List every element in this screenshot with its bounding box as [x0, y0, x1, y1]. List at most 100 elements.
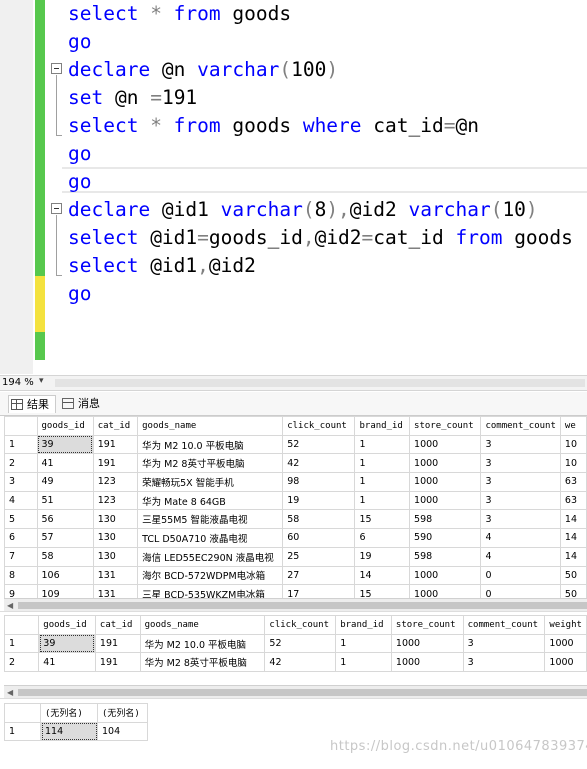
grid-corner[interactable]: [4, 703, 41, 723]
table-row[interactable]: 1 114 104: [4, 721, 148, 742]
table-cell[interactable]: 10: [559, 453, 587, 474]
column-header[interactable]: brand_id: [354, 416, 411, 436]
code-line[interactable]: select @id1,@id2: [68, 252, 256, 280]
column-header[interactable]: cat_id: [94, 615, 141, 635]
table-cell[interactable]: 1: [335, 633, 392, 654]
table-cell[interactable]: 27: [282, 565, 356, 586]
table-cell[interactable]: 3: [462, 633, 546, 654]
table-row[interactable]: 2 41 191 华为 M2 8英寸平板电脑 42 1 1000 3 10: [4, 453, 587, 474]
table-cell[interactable]: 华为 M2 8英寸平板电脑: [137, 453, 284, 474]
table-cell[interactable]: 3: [480, 472, 561, 492]
table-cell[interactable]: 3: [480, 490, 561, 511]
table-cell[interactable]: 104: [97, 721, 148, 742]
table-cell[interactable]: 1000: [409, 565, 482, 586]
table-cell[interactable]: 58: [36, 546, 94, 567]
table-cell[interactable]: 3: [480, 453, 561, 474]
table-cell[interactable]: 49: [36, 472, 94, 492]
table-cell[interactable]: 1000: [409, 472, 482, 492]
table-cell[interactable]: 3: [480, 509, 561, 530]
column-header[interactable]: (无列名): [40, 703, 98, 723]
query-editor[interactable]: select * from goods go declare @n varchar(…: [0, 0, 587, 374]
table-cell[interactable]: 56: [36, 509, 94, 530]
table-cell[interactable]: 57: [36, 528, 94, 548]
row-number[interactable]: 1: [4, 633, 40, 654]
table-row[interactable]: 6 57 130 TCL D50A710 液晶电视 60 6 590 4 14: [4, 528, 587, 548]
scrollbar-thumb[interactable]: [18, 689, 587, 696]
table-cell[interactable]: 14: [559, 528, 587, 548]
table-cell[interactable]: 130: [92, 509, 139, 530]
column-header[interactable]: store_count: [409, 416, 482, 436]
table-cell[interactable]: 10: [559, 434, 587, 455]
table-cell[interactable]: 123: [92, 472, 139, 492]
code-line[interactable]: go: [68, 280, 91, 308]
table-cell[interactable]: 98: [282, 472, 356, 492]
result-grid-2[interactable]: goods_id cat_id goods_name click_count brand…: [4, 615, 587, 685]
table-row[interactable]: 7 58 130 海信 LED55EC290N 液晶电视 25 19 598 4 14: [4, 546, 587, 567]
table-cell[interactable]: 50: [559, 584, 587, 598]
table-cell[interactable]: 三星 BCD-535WKZM电冰箱: [137, 584, 284, 598]
table-cell[interactable]: 15: [354, 584, 411, 598]
table-cell[interactable]: 19: [282, 490, 356, 511]
row-number[interactable]: 8: [4, 565, 38, 586]
column-header[interactable]: brand_id: [335, 615, 392, 635]
table-cell[interactable]: 109: [36, 584, 94, 598]
table-cell[interactable]: 1: [354, 434, 411, 455]
table-cell[interactable]: 4: [480, 546, 561, 567]
grid-corner[interactable]: [4, 615, 40, 635]
table-row[interactable]: 3 49 123 荣耀畅玩5X 智能手机 98 1 1000 3 63: [4, 472, 587, 492]
column-header[interactable]: cat_id: [92, 416, 139, 436]
table-cell[interactable]: 123: [92, 490, 139, 511]
collapse-region-icon[interactable]: [51, 63, 62, 74]
table-cell[interactable]: 华为 M2 10.0 平板电脑: [139, 633, 266, 654]
row-number[interactable]: 5: [4, 509, 38, 530]
table-cell[interactable]: 华为 M2 8英寸平板电脑: [139, 652, 266, 673]
column-header[interactable]: we: [559, 416, 587, 436]
table-cell[interactable]: 1000: [409, 453, 482, 474]
table-cell[interactable]: 华为 Mate 8 64GB: [137, 490, 284, 511]
table-cell[interactable]: 131: [92, 584, 139, 598]
code-line[interactable]: declare @n varchar(100): [68, 56, 338, 84]
table-cell[interactable]: 1: [354, 453, 411, 474]
table-cell[interactable]: 50: [559, 565, 587, 586]
code-line[interactable]: go: [68, 140, 91, 168]
table-cell[interactable]: 14: [559, 546, 587, 567]
table-cell[interactable]: 191: [92, 434, 139, 455]
table-cell[interactable]: 1: [335, 652, 392, 673]
table-cell[interactable]: 0: [480, 584, 561, 598]
table-row[interactable]: 4 51 123 华为 Mate 8 64GB 19 1 1000 3 63: [4, 490, 587, 511]
scroll-left-icon[interactable]: ◀: [7, 601, 13, 610]
table-cell[interactable]: 51: [36, 490, 94, 511]
table-cell[interactable]: 4: [480, 528, 561, 548]
table-cell[interactable]: 114: [40, 721, 98, 742]
grid-corner[interactable]: [4, 416, 38, 436]
column-header[interactable]: (无列名): [97, 703, 148, 723]
table-cell[interactable]: 1000: [544, 652, 587, 673]
table-cell[interactable]: 1000: [409, 584, 482, 598]
table-row[interactable]: 1 39 191 华为 M2 10.0 平板电脑 52 1 1000 3 10: [4, 434, 587, 455]
table-cell[interactable]: 1: [354, 472, 411, 492]
table-cell[interactable]: 海尔 BCD-572WDPM电冰箱: [137, 565, 284, 586]
result-grid-3[interactable]: (无列名) (无列名) 1 114 104: [4, 703, 587, 743]
column-header[interactable]: goods_id: [38, 615, 96, 635]
table-row[interactable]: 9 109 131 三星 BCD-535WKZM电冰箱 17 15 1000 0 50: [4, 584, 587, 598]
row-number[interactable]: 2: [4, 652, 40, 673]
table-cell[interactable]: 60: [282, 528, 356, 548]
collapse-region-icon[interactable]: [51, 203, 62, 214]
table-cell[interactable]: 荣耀畅玩5X 智能手机: [137, 472, 284, 492]
table-cell[interactable]: 1000: [409, 490, 482, 511]
table-cell[interactable]: 14: [354, 565, 411, 586]
code-line[interactable]: declare @id1 varchar(8),@id2 varchar(10): [68, 196, 538, 224]
column-header[interactable]: goods_name: [139, 615, 266, 635]
row-number[interactable]: 1: [4, 721, 41, 742]
table-cell[interactable]: 52: [282, 434, 356, 455]
table-cell[interactable]: 15: [354, 509, 411, 530]
table-cell[interactable]: 42: [264, 652, 337, 673]
table-row[interactable]: 1 39 191 华为 M2 10.0 平板电脑 52 1 1000 3 1000: [4, 633, 587, 654]
zoom-dropdown-icon[interactable]: ▾: [39, 376, 44, 386]
table-row[interactable]: 5 56 130 三星55M5 智能液晶电视 58 15 598 3 14: [4, 509, 587, 530]
table-cell[interactable]: 39: [38, 633, 96, 654]
table-cell[interactable]: 590: [409, 528, 482, 548]
column-header[interactable]: click_count: [264, 615, 337, 635]
grid1-horizontal-scrollbar[interactable]: ◀: [4, 598, 587, 611]
row-number[interactable]: 9: [4, 584, 38, 598]
